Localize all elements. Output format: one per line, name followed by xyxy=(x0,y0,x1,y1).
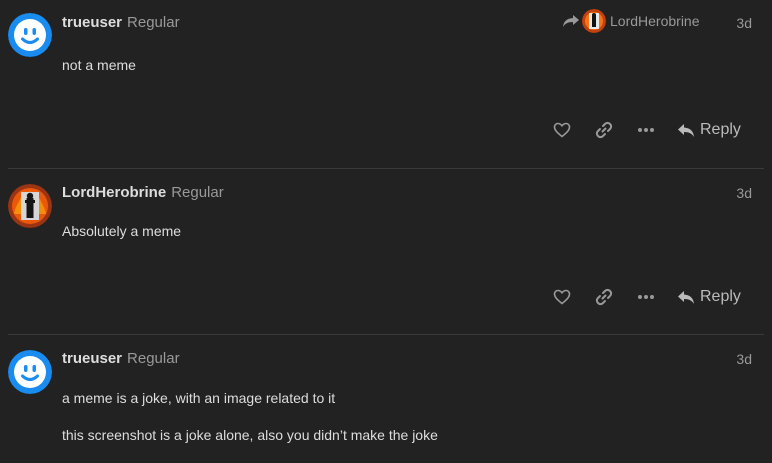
reply-label: Reply xyxy=(700,288,741,305)
post-divider xyxy=(8,168,764,169)
post-divider xyxy=(8,334,764,335)
smiley-avatar-icon xyxy=(8,350,52,394)
heart-icon xyxy=(553,122,571,138)
copy-link-button[interactable] xyxy=(590,283,618,311)
post-text: not a meme xyxy=(62,57,136,73)
username[interactable]: trueuser Regular xyxy=(62,350,180,367)
avatar[interactable] xyxy=(8,184,52,228)
reply-to-avatar xyxy=(582,9,606,33)
user-title: Regular xyxy=(127,14,180,31)
reply-label: Reply xyxy=(700,121,741,138)
post-text: this screenshot is a joke alone, also yo… xyxy=(62,427,438,443)
like-button[interactable] xyxy=(548,116,576,144)
copy-link-button[interactable] xyxy=(590,116,618,144)
user-title: Regular xyxy=(171,184,224,201)
user-title: Regular xyxy=(127,350,180,367)
post-date[interactable]: 3d xyxy=(736,185,752,201)
post-date[interactable]: 3d xyxy=(736,351,752,367)
reply-button[interactable]: Reply xyxy=(677,121,741,139)
reply-arrow-icon xyxy=(678,290,694,304)
avatar[interactable] xyxy=(8,350,52,394)
link-icon xyxy=(595,121,613,139)
post-text: Absolutely a meme xyxy=(62,223,182,239)
reply-button[interactable]: Reply xyxy=(677,288,741,306)
reply-arrow-icon xyxy=(678,123,694,137)
share-arrow-icon xyxy=(563,15,579,27)
username[interactable]: LordHerobrine Regular xyxy=(62,184,224,201)
heart-icon xyxy=(553,289,571,305)
username[interactable]: trueuser Regular xyxy=(62,14,180,31)
more-button[interactable] xyxy=(632,283,660,311)
fire-avatar-icon xyxy=(582,9,606,33)
post-text: a meme is a joke, with an image related … xyxy=(62,390,336,406)
smiley-avatar-icon xyxy=(8,13,52,57)
reply-to-tab[interactable]: LordHerobrine xyxy=(562,9,700,33)
post-actions: Reply xyxy=(548,116,772,144)
ellipsis-icon xyxy=(638,295,654,299)
more-button[interactable] xyxy=(632,116,660,144)
post-actions: Reply xyxy=(548,283,772,311)
fire-avatar-icon xyxy=(8,184,52,228)
post-date[interactable]: 3d xyxy=(736,15,752,31)
reply-to-username: LordHerobrine xyxy=(610,13,700,29)
ellipsis-icon xyxy=(638,128,654,132)
avatar[interactable] xyxy=(8,13,52,57)
like-button[interactable] xyxy=(548,283,576,311)
link-icon xyxy=(595,288,613,306)
